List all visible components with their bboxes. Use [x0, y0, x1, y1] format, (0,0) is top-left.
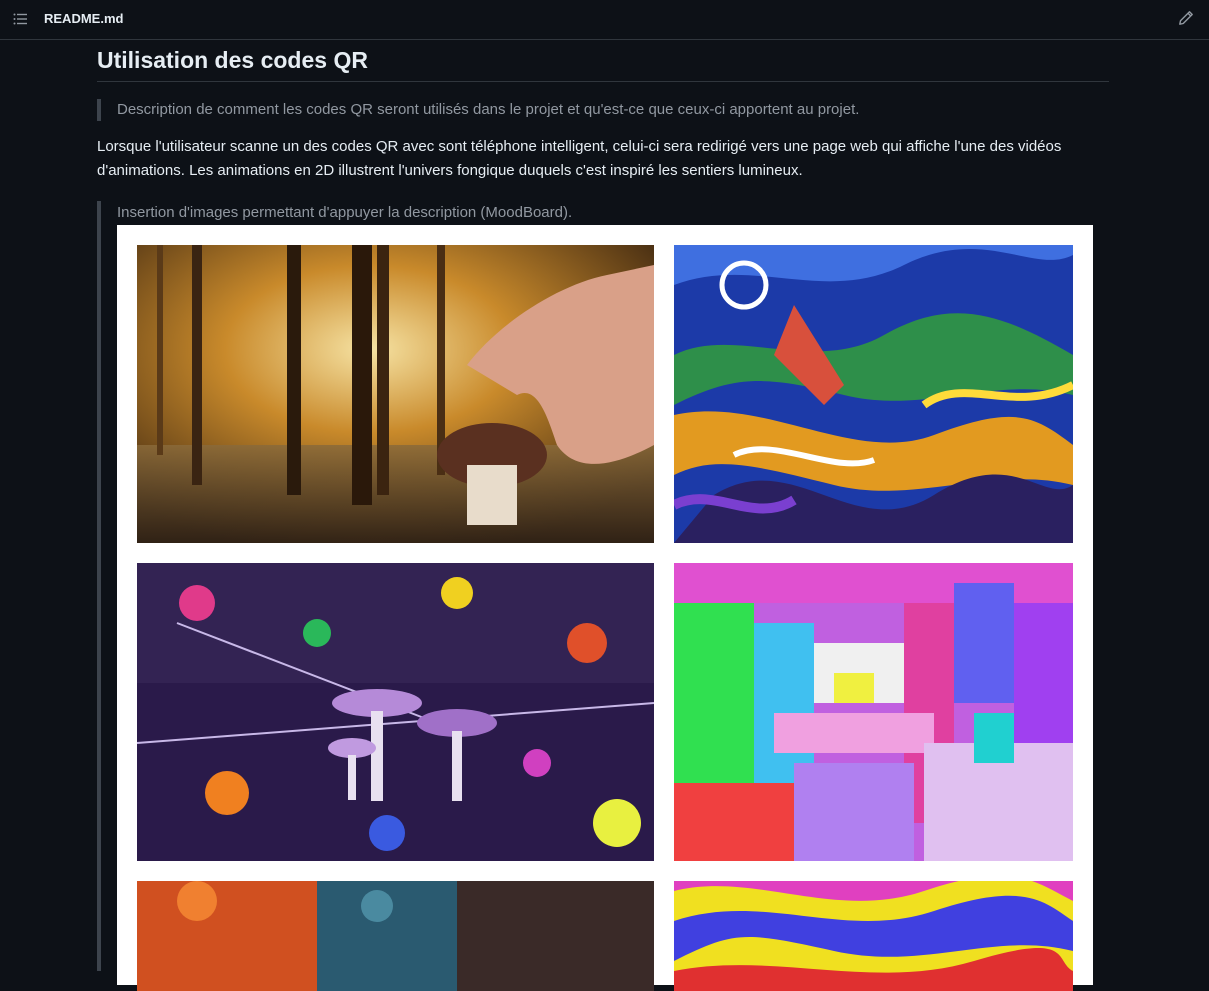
rainbow-swirl-image-partial[interactable] — [674, 881, 1073, 991]
psychedelic-landscape-painting[interactable] — [674, 245, 1073, 543]
moodboard-caption: Insertion d'images permettant d'appuyer … — [117, 204, 573, 221]
intro-blockquote: Description de comment les codes QR sero… — [97, 99, 1109, 121]
pencil-icon — [1179, 11, 1193, 25]
description-paragraph: Lorsque l'utilisateur scanne un des code… — [97, 138, 1062, 179]
glitch-art-image[interactable] — [674, 563, 1073, 861]
inverted-color-mushrooms-photo[interactable] — [137, 563, 654, 861]
autumn-forest-mushroom-photo[interactable] — [137, 245, 654, 543]
file-header: README.md — [0, 0, 1209, 40]
readme-content: Utilisation des codes QR Description de … — [97, 41, 1109, 991]
moodboard-image[interactable] — [117, 225, 1093, 991]
moodboard-blockquote: Insertion d'images permettant d'appuyer … — [97, 201, 1097, 991]
edit-file-button[interactable] — [1176, 8, 1196, 28]
list-unordered-icon — [13, 13, 27, 25]
outline-button[interactable] — [10, 9, 30, 29]
section-heading: Utilisation des codes QR — [97, 41, 1109, 82]
fiery-forest-photo-partial[interactable] — [137, 881, 654, 991]
file-name: README.md — [44, 11, 124, 26]
